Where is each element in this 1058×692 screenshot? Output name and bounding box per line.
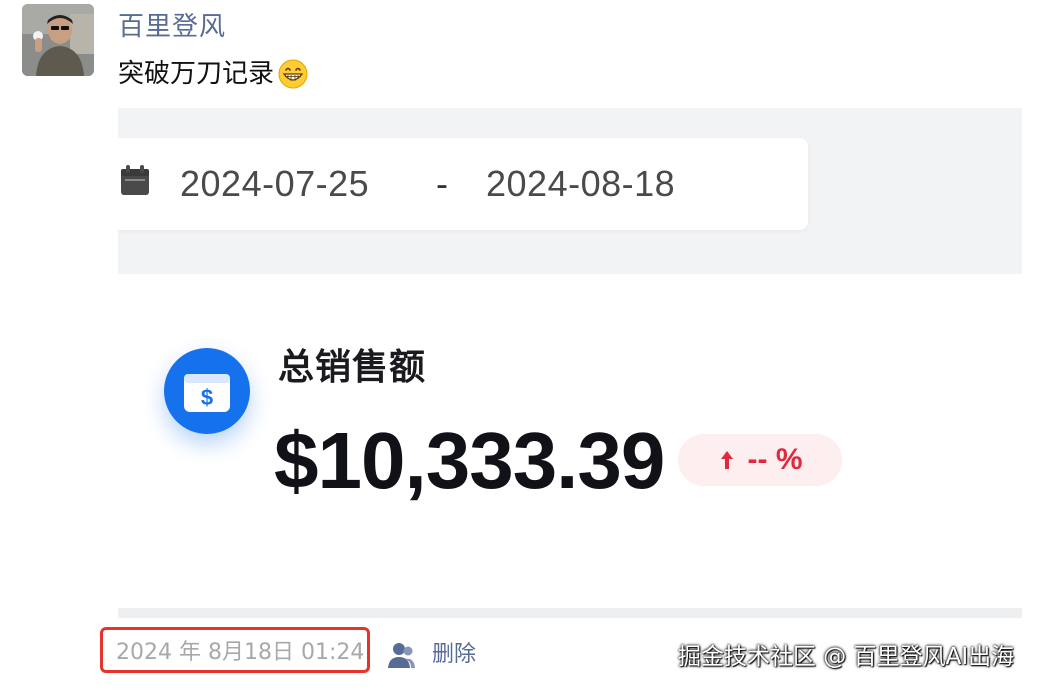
post-timestamp: 2024 年 8月18日 01:24 — [116, 640, 365, 665]
dashboard-screenshot[interactable]: 2024-07-25 - 2024-08-18 $ 总销售额 $10,333.3… — [118, 108, 1022, 618]
wallet-icon: $ — [184, 374, 230, 412]
avatar-image — [22, 4, 94, 76]
date-end[interactable]: 2024-08-18 — [486, 160, 675, 208]
grinning-face-icon — [278, 59, 308, 89]
username[interactable]: 百里登风 — [118, 10, 226, 44]
post-text: 突破万刀记录 — [118, 56, 308, 92]
date-start[interactable]: 2024-07-25 — [180, 160, 369, 208]
arrow-up-icon — [720, 451, 733, 469]
divider — [118, 608, 1022, 618]
change-badge: -- % — [678, 434, 842, 486]
person-icon[interactable] — [386, 641, 416, 669]
change-text: -- % — [747, 443, 803, 476]
date-separator: - — [436, 163, 449, 204]
watermark: 掘金技术社区 @ 百里登风AI出海 — [678, 644, 1015, 670]
date-filter-bar: 2024-07-25 - 2024-08-18 — [118, 108, 1022, 274]
metric-value: $10,333.39 — [274, 416, 665, 505]
date-range-picker[interactable]: 2024-07-25 - 2024-08-18 — [118, 138, 808, 230]
wallet-badge: $ — [164, 348, 250, 434]
avatar[interactable] — [22, 4, 94, 76]
svg-text:$: $ — [201, 385, 213, 410]
metric-label: 总销售额 — [278, 347, 427, 388]
delete-button[interactable]: 删除 — [432, 640, 476, 670]
post-text-content: 突破万刀记录 — [118, 59, 275, 89]
calendar-icon — [121, 165, 149, 195]
